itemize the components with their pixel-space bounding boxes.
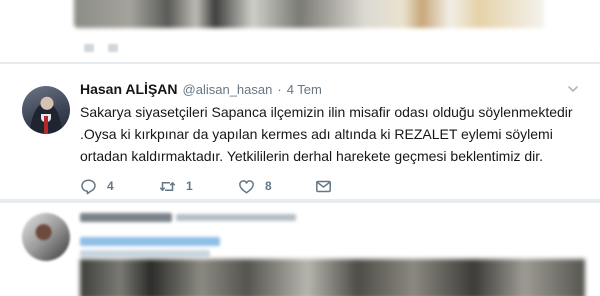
blurred-dot [108, 44, 118, 52]
blurred-author-name [80, 213, 172, 222]
direct-message-button[interactable] [315, 177, 332, 195]
author-handle[interactable]: @alisan_hasan [183, 82, 273, 97]
tweet-timestamp[interactable]: 4 Tem [287, 82, 322, 97]
previous-tweet-photo[interactable] [74, 0, 544, 28]
blurred-link [80, 237, 220, 246]
like-count: 8 [265, 179, 272, 193]
tweet-text: Sakarya siyasetçileri Sapanca ilçemizin … [80, 101, 580, 167]
header-separator: · [277, 82, 282, 97]
tweet-text-line: Sakarya siyasetçileri Sapanca ilçemizin … [80, 104, 573, 120]
chevron-down-icon[interactable] [566, 82, 580, 96]
reply-button[interactable]: 4 [80, 177, 159, 195]
mail-icon [316, 180, 331, 192]
like-button[interactable]: 8 [238, 177, 317, 195]
retweet-icon [159, 181, 176, 191]
retweet-button[interactable]: 1 [159, 177, 238, 195]
reply-icon [81, 178, 96, 194]
author-name[interactable]: Hasan ALİŞAN [80, 81, 178, 97]
previous-tweet[interactable] [0, 0, 600, 63]
avatar-tie [44, 116, 48, 134]
avatar[interactable] [22, 213, 70, 261]
tweet-header: Hasan ALİŞAN @alisan_hasan · 4 Tem [80, 81, 322, 99]
blurred-text [80, 250, 210, 257]
tweet-text-line: ortadan kaldırmaktadır. Yetkililerin der… [80, 148, 544, 164]
next-tweet-photo[interactable] [80, 259, 585, 296]
heart-icon [239, 179, 254, 194]
reply-count: 4 [107, 179, 114, 193]
previous-tweet-actions-blurred [84, 44, 118, 52]
avatar[interactable] [22, 86, 70, 134]
tweet[interactable]: Hasan ALİŞAN @alisan_hasan · 4 Tem Sakar… [0, 64, 600, 200]
next-tweet[interactable] [0, 203, 600, 296]
retweet-count: 1 [186, 179, 193, 193]
blurred-dot [84, 44, 94, 52]
blurred-handle [176, 214, 296, 221]
tweet-text-line: .Oysa ki kırkpınar da yapılan kermes adı… [80, 126, 553, 142]
tweet-actions: 4 1 8 [80, 177, 332, 195]
